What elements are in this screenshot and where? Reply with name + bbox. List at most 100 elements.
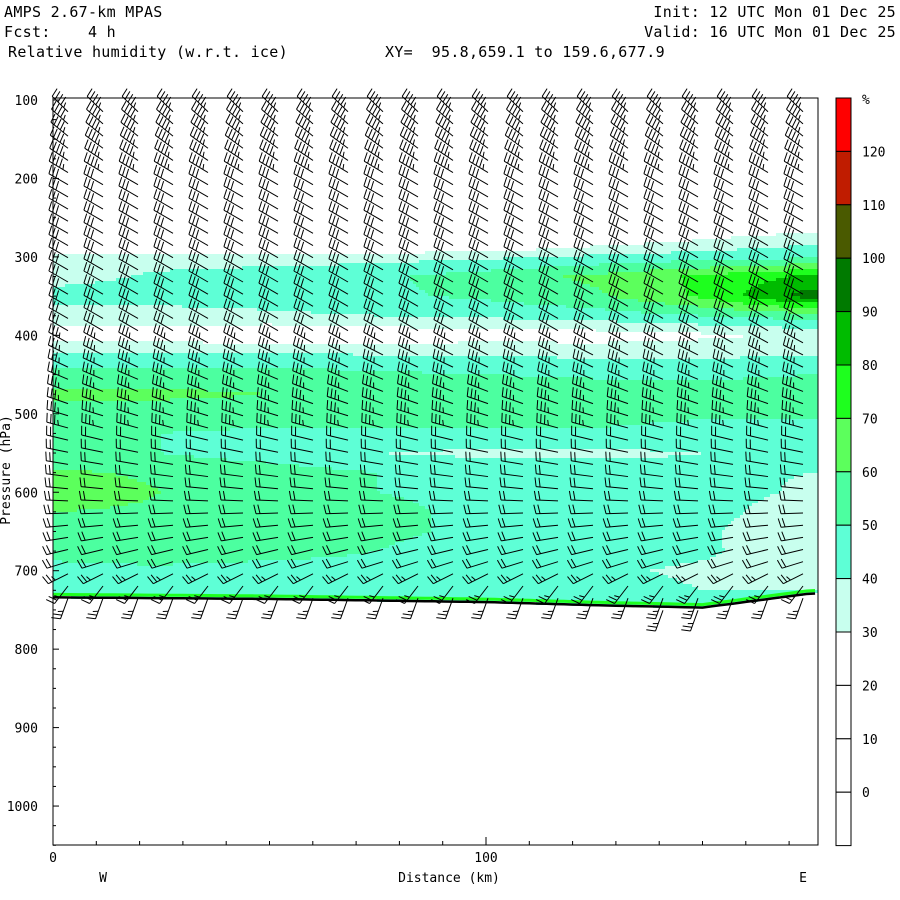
rh-cell bbox=[53, 497, 149, 500]
rh-cell bbox=[53, 509, 77, 512]
wind-barb bbox=[261, 101, 279, 125]
wind-barb bbox=[331, 101, 349, 125]
rh-cell bbox=[428, 293, 608, 296]
colorbar-label: 10 bbox=[862, 733, 878, 748]
wind-barb bbox=[118, 323, 139, 344]
rh-cell bbox=[77, 509, 431, 512]
rh-cell bbox=[311, 557, 710, 560]
rh-cell bbox=[161, 443, 818, 446]
rh-cell bbox=[53, 503, 128, 506]
rh-cell bbox=[377, 479, 788, 482]
colorbar-swatch bbox=[835, 738, 852, 793]
rh-cell bbox=[53, 464, 299, 467]
rh-cell bbox=[53, 488, 158, 491]
rh-cell bbox=[419, 287, 599, 290]
rh-cell bbox=[377, 488, 782, 491]
rh-cell bbox=[53, 389, 206, 392]
rh-cell bbox=[683, 281, 764, 284]
wind-barb bbox=[436, 88, 454, 113]
rh-cell bbox=[668, 455, 818, 458]
rh-cell bbox=[53, 542, 395, 545]
rh-cell bbox=[731, 236, 818, 239]
rh-cell bbox=[581, 281, 683, 284]
colorbar-label: 0 bbox=[862, 786, 870, 801]
rh-cell bbox=[53, 515, 431, 518]
wind-barb bbox=[156, 88, 174, 113]
rh-cell bbox=[590, 245, 788, 248]
rh-cell bbox=[53, 557, 311, 560]
rh-cell bbox=[431, 509, 746, 512]
y-tick-label: 200 bbox=[15, 172, 38, 187]
wind-barb bbox=[611, 88, 629, 113]
rh-cell bbox=[743, 377, 818, 380]
rh-cell bbox=[431, 527, 725, 530]
colorbar-label: 120 bbox=[862, 145, 885, 160]
colorbar-swatch bbox=[835, 204, 852, 259]
rh-cell bbox=[800, 290, 818, 293]
cross-section-figure: AMPS 2.67-km MPAS Init: 12 UTC Mon 01 De… bbox=[0, 0, 900, 900]
wind-barb bbox=[296, 597, 314, 620]
rh-cell bbox=[53, 446, 161, 449]
wind-barb bbox=[681, 610, 699, 632]
rh-cell bbox=[53, 440, 161, 443]
colorbar-swatch bbox=[835, 150, 852, 206]
wind-barb bbox=[86, 597, 104, 620]
rh-cell bbox=[53, 455, 194, 458]
rh-cell bbox=[680, 275, 788, 278]
rh-cell bbox=[299, 464, 818, 467]
rh-cell bbox=[248, 560, 698, 563]
rh-cell bbox=[599, 287, 686, 290]
rh-cell bbox=[779, 491, 818, 494]
rh-cell bbox=[242, 266, 539, 269]
rh-cell bbox=[92, 470, 365, 473]
wind-barb bbox=[471, 101, 489, 125]
rh-cell bbox=[791, 293, 818, 296]
colorbar-swatch bbox=[835, 631, 852, 686]
colorbar-label: 80 bbox=[862, 359, 878, 374]
rh-cell bbox=[347, 554, 716, 557]
rh-cell bbox=[608, 293, 686, 296]
wind-barb bbox=[48, 323, 69, 344]
wind-barb bbox=[153, 323, 174, 344]
rh-cell bbox=[128, 503, 419, 506]
x-tick-label: 0 bbox=[49, 851, 57, 866]
rh-cell bbox=[53, 287, 419, 290]
colorbar-swatch bbox=[835, 684, 852, 740]
colorbar-swatch bbox=[835, 417, 852, 473]
rh-cell bbox=[53, 572, 659, 575]
rh-cell bbox=[53, 419, 689, 422]
rh-cell bbox=[53, 584, 692, 587]
y-tick-label: 500 bbox=[15, 408, 38, 423]
colorbar-swatch bbox=[835, 471, 852, 526]
rh-cell bbox=[419, 503, 752, 506]
rh-cell bbox=[53, 545, 389, 548]
rh-cell bbox=[698, 296, 749, 299]
wind-barb bbox=[121, 101, 139, 125]
rh-cell bbox=[53, 533, 422, 536]
rh-cell bbox=[53, 269, 170, 272]
wind-barb bbox=[328, 323, 349, 344]
wind-barb bbox=[611, 101, 629, 125]
colorbar-swatch bbox=[835, 97, 852, 152]
rh-cell bbox=[392, 494, 770, 497]
rh-cell bbox=[53, 467, 332, 470]
wind-barb bbox=[716, 88, 734, 113]
wind-barb bbox=[86, 88, 104, 113]
rh-cell bbox=[53, 527, 431, 530]
x-axis-title: Distance (km) bbox=[398, 871, 500, 886]
rh-cell bbox=[722, 539, 818, 542]
wind-barb bbox=[83, 323, 104, 344]
colorbar-label: 100 bbox=[862, 252, 885, 267]
colorbar-label: 20 bbox=[862, 679, 878, 694]
wind-barb bbox=[366, 88, 384, 113]
rh-cell bbox=[53, 260, 419, 263]
rh-cell bbox=[788, 479, 818, 482]
colorbar-swatch bbox=[835, 791, 852, 847]
rh-cell bbox=[686, 287, 752, 290]
wind-barb bbox=[226, 88, 244, 113]
rh-cell bbox=[764, 281, 818, 284]
rh-cell bbox=[536, 248, 737, 251]
wind-barb bbox=[226, 597, 244, 620]
rh-cell bbox=[404, 497, 764, 500]
rh-cell bbox=[689, 419, 818, 422]
